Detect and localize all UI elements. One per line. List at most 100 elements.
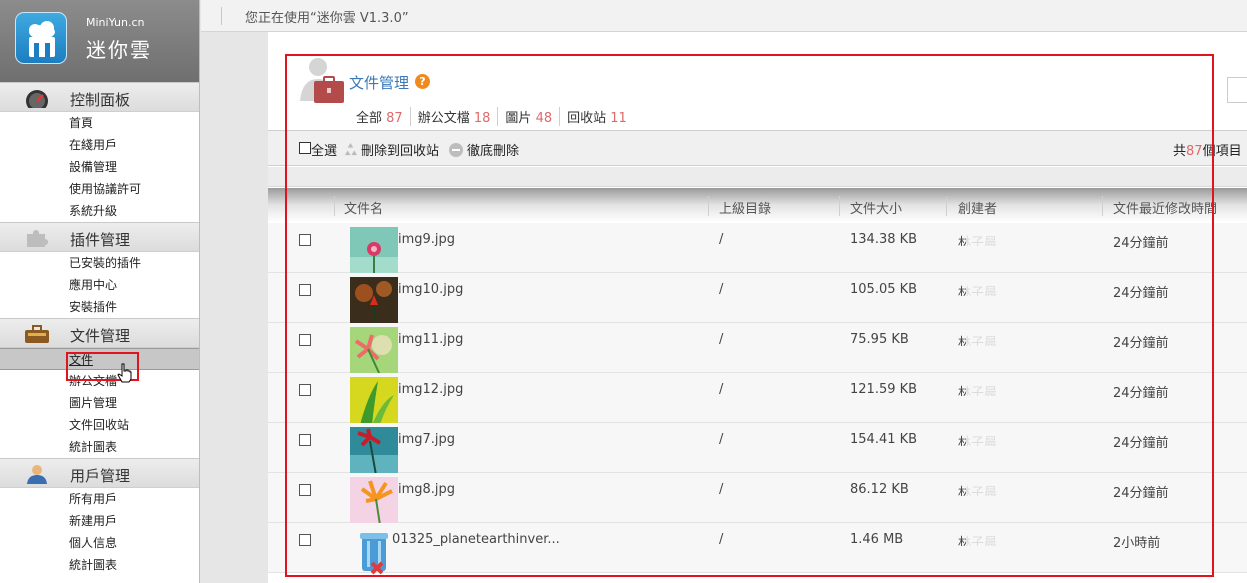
table-row[interactable]: img7.jpg / 154.41 KB 林子晨 24分鐘前 xyxy=(268,423,1247,476)
row-checkbox[interactable] xyxy=(299,234,311,246)
column-header-modified[interactable]: 文件最近修改時間 xyxy=(1113,198,1217,217)
sidebar-item[interactable]: 設備管理 xyxy=(0,156,199,178)
select-all-checkbox[interactable] xyxy=(299,142,311,154)
filter-label: 全部 xyxy=(356,111,383,126)
select-all-label[interactable]: 全選 xyxy=(311,140,337,159)
modified-time: 2小時前 xyxy=(1113,536,1161,551)
sidebar-item-label: 個人信息 xyxy=(69,536,118,550)
sidebar-item[interactable]: 文件回收站 xyxy=(0,414,199,436)
sidebar-item[interactable]: 統計圖表 xyxy=(0,436,199,458)
sidebar-item-label: 在綫用戶 xyxy=(69,138,118,152)
table-header: 文件名 上級目錄 文件大小 創建者 文件最近修改時間 xyxy=(268,188,1247,222)
sidebar-section-3[interactable]: 用戶管理 xyxy=(0,458,199,488)
sidebar-item-label: 圖片管理 xyxy=(69,396,118,410)
file-name-link[interactable]: img11.jpg xyxy=(398,332,463,347)
recycle-bin-icon[interactable] xyxy=(350,527,398,575)
sidebar-item-label: 使用協議許可 xyxy=(69,182,142,196)
sidebar-item[interactable]: 應用中心 xyxy=(0,274,199,296)
file-size: 75.95 KB xyxy=(850,332,909,347)
sidebar-item-label: 統計圖表 xyxy=(69,558,118,572)
sidebar-item[interactable]: 統計圖表 xyxy=(0,554,199,576)
file-thumbnail[interactable] xyxy=(350,277,398,325)
file-thumbnail[interactable] xyxy=(350,427,398,476)
sidebar-sections: 控制面板首頁在綫用戶設備管理使用協議許可系統升級 插件管理 已安裝的插件 應用中心 安裝… xyxy=(0,82,199,576)
filter-count: 18 xyxy=(473,111,491,126)
table-row[interactable]: img11.jpg / 75.95 KB 林子晨 24分鐘前 xyxy=(268,323,1247,376)
table-row[interactable]: img12.jpg / 121.59 KB 林子晨 24分鐘前 xyxy=(268,373,1247,425)
miniyun-logo-icon[interactable] xyxy=(15,12,67,64)
sidebar-item[interactable]: 安裝插件 xyxy=(0,296,199,318)
sidebar-item-label: 首頁 xyxy=(69,116,94,130)
row-checkbox[interactable] xyxy=(299,384,311,396)
parent-dir: / xyxy=(719,332,724,347)
page-title-link[interactable]: 文件管理 xyxy=(349,72,409,93)
column-separator xyxy=(839,196,840,216)
column-separator xyxy=(946,196,947,216)
search-input[interactable] xyxy=(1227,77,1247,103)
sidebar-item[interactable]: 圖片管理 xyxy=(0,392,199,414)
sidebar-item[interactable]: 已安裝的插件 xyxy=(0,252,199,274)
row-checkbox[interactable] xyxy=(299,534,311,546)
sidebar-item[interactable]: 首頁 xyxy=(0,112,199,134)
file-thumbnail[interactable] xyxy=(350,477,398,526)
creator-name: 林子晨 xyxy=(958,482,1004,496)
file-name-link[interactable]: img9.jpg xyxy=(398,232,455,247)
table-row[interactable]: img8.jpg / 86.12 KB 林子晨 24分鐘前 xyxy=(268,473,1247,526)
filter-count: 48 xyxy=(535,111,553,126)
total-prefix: 共 xyxy=(1173,144,1187,159)
recycle-icon[interactable] xyxy=(343,142,358,157)
file-panel: 文件管理 ? 全部 87 辦公文檔 18 圖片 48 回收站 11 全選 刪除到回收站… xyxy=(268,32,1247,583)
sidebar-section-title: 用戶管理 xyxy=(70,467,131,485)
modified-time: 24分鐘前 xyxy=(1113,336,1169,351)
column-header-size[interactable]: 文件大小 xyxy=(850,198,902,217)
gauge-icon xyxy=(24,88,50,112)
filter-label: 辦公文檔 xyxy=(417,111,470,126)
modified-time: 24分鐘前 xyxy=(1113,486,1169,501)
creator-name: 林子晨 xyxy=(958,382,1004,396)
table-row[interactable]: img10.jpg / 105.05 KB 林子晨 24分鐘前 xyxy=(268,273,1247,325)
sidebar-section-1[interactable]: 插件管理 xyxy=(0,222,199,252)
row-checkbox[interactable] xyxy=(299,334,311,346)
file-thumbnail[interactable] xyxy=(350,327,398,376)
parent-dir: / xyxy=(719,382,724,397)
sidebar-item[interactable]: 所有用戶 xyxy=(0,488,199,510)
sidebar-section-0[interactable]: 控制面板 xyxy=(0,82,199,112)
file-thumbnail[interactable] xyxy=(350,377,398,425)
creator-name: 林子晨 xyxy=(958,432,1004,446)
sidebar-section-title: 控制面板 xyxy=(70,91,131,109)
filter-tab[interactable]: 辦公文檔 18 xyxy=(409,107,498,126)
row-checkbox[interactable] xyxy=(299,484,311,496)
sidebar-item[interactable]: 系統升級 xyxy=(0,200,199,222)
column-header-parent[interactable]: 上級目錄 xyxy=(719,198,771,217)
help-icon[interactable]: ? xyxy=(415,74,430,89)
sidebar-item[interactable]: 個人信息 xyxy=(0,532,199,554)
parent-dir: / xyxy=(719,232,724,247)
filter-tab[interactable]: 圖片 48 xyxy=(497,107,559,126)
filter-tab[interactable]: 回收站 11 xyxy=(559,107,634,126)
sidebar-item[interactable]: 使用協議許可 xyxy=(0,178,199,200)
sidebar-item[interactable]: 新建用戶 xyxy=(0,510,199,532)
column-header-creator[interactable]: 創建者 xyxy=(958,198,997,217)
file-name-link[interactable]: img12.jpg xyxy=(398,382,463,397)
row-checkbox[interactable] xyxy=(299,434,311,446)
sidebar-item[interactable]: 在綫用戶 xyxy=(0,134,199,156)
file-name-link[interactable]: img10.jpg xyxy=(398,282,463,297)
row-checkbox[interactable] xyxy=(299,284,311,296)
sidebar-section-2[interactable]: 文件管理 xyxy=(0,318,199,348)
file-name-link[interactable]: img7.jpg xyxy=(398,432,455,447)
file-thumbnail[interactable] xyxy=(350,227,398,275)
delete-permanently-button[interactable]: 徹底刪除 xyxy=(467,140,519,159)
column-header-name[interactable]: 文件名 xyxy=(344,198,383,217)
file-name-link[interactable]: 01325_planetearthinver... xyxy=(392,532,560,547)
move-to-recycle-button[interactable]: 刪除到回收站 xyxy=(361,140,439,159)
table-row[interactable]: img9.jpg / 134.38 KB 林子晨 24分鐘前 xyxy=(268,223,1247,275)
table-row[interactable]: 01325_planetearthinver... / 1.46 MB 林子晨 2小時前 xyxy=(268,523,1247,575)
column-separator xyxy=(334,196,335,216)
file-name-link[interactable]: img8.jpg xyxy=(398,482,455,497)
briefcase-icon xyxy=(24,324,50,344)
parent-dir: / xyxy=(719,432,724,447)
file-size: 1.46 MB xyxy=(850,532,904,547)
version-text: 您正在使用“迷你雲 V1.3.0” xyxy=(245,11,409,26)
delete-icon[interactable] xyxy=(449,143,463,157)
filter-tab[interactable]: 全部 87 xyxy=(356,107,410,126)
